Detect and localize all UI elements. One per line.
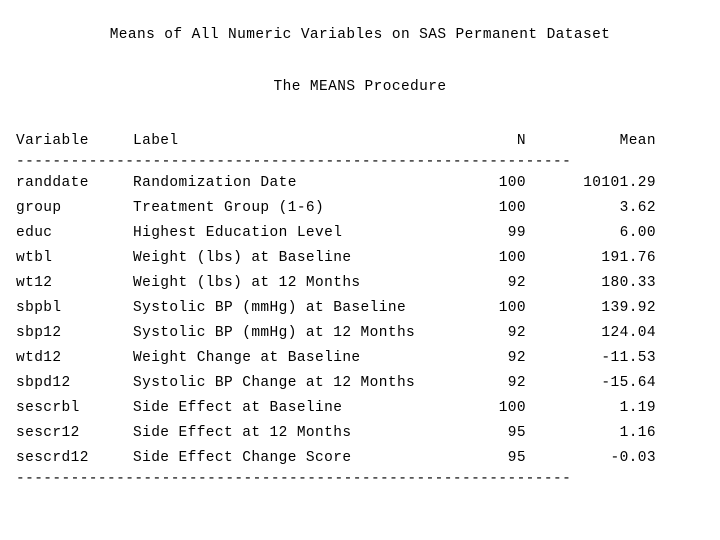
column-header-mean: Mean [619, 133, 656, 149]
table-row: sbpbl Systolic BP (mmHg) at Baseline 100 13… [16, 296, 656, 321]
table-row: wtd12 Weight Change at Baseline 92 -11.53 [16, 346, 656, 371]
column-header-n: N [516, 133, 526, 149]
cell-mean: 139.92 [601, 300, 656, 316]
cell-variable: randdate [16, 175, 89, 191]
cell-mean: 1.16 [619, 425, 656, 441]
table-row: sescr12 Side Effect at 12 Months 95 1.16 [16, 421, 656, 446]
table-header-row: Variable Label N Mean [16, 129, 656, 154]
header-rule: ----------------------------------------… [16, 154, 572, 170]
cell-n: 99 [507, 225, 526, 241]
procedure-subtitle: The MEANS Procedure [273, 79, 447, 95]
table-row: educ Highest Education Level 99 6.00 [16, 221, 656, 246]
sas-output-page: Means of All Numeric Variables on SAS Pe… [0, 0, 720, 540]
cell-label: Systolic BP Change at 12 Months [133, 375, 416, 391]
cell-label: Side Effect at Baseline [133, 400, 343, 416]
cell-mean: 3.62 [619, 200, 656, 216]
column-header-variable: Variable [16, 133, 89, 149]
cell-variable: wtbl [16, 250, 53, 266]
table-row: sescrd12 Side Effect Change Score 95 -0.03 [16, 446, 656, 471]
table-body: randdate Randomization Date 100 10101.29 gro… [16, 171, 656, 471]
table-row: randdate Randomization Date 100 10101.29 [16, 171, 656, 196]
table-row: sescrbl Side Effect at Baseline 100 1.19 [16, 396, 656, 421]
cell-label: Side Effect at 12 Months [133, 425, 352, 441]
cell-mean: -11.53 [601, 350, 656, 366]
cell-variable: wtd12 [16, 350, 62, 366]
cell-mean: 180.33 [601, 275, 656, 291]
cell-variable: sescrbl [16, 400, 80, 416]
cell-n: 100 [498, 200, 526, 216]
cell-variable: sescr12 [16, 425, 80, 441]
cell-n: 92 [507, 375, 526, 391]
table-row: sbp12 Systolic BP (mmHg) at 12 Months 92 12… [16, 321, 656, 346]
cell-mean: 6.00 [619, 225, 656, 241]
cell-label: Systolic BP (mmHg) at 12 Months [133, 325, 416, 341]
cell-n: 100 [498, 175, 526, 191]
cell-label: Randomization Date [133, 175, 297, 191]
cell-n: 92 [507, 275, 526, 291]
table-row: wt12 Weight (lbs) at 12 Months 92 180.33 [16, 271, 656, 296]
cell-variable: educ [16, 225, 53, 241]
cell-mean: 1.19 [619, 400, 656, 416]
cell-variable: sescrd12 [16, 450, 89, 466]
cell-label: Weight (lbs) at Baseline [133, 250, 352, 266]
cell-mean: -0.03 [610, 450, 656, 466]
cell-mean: -15.64 [601, 375, 656, 391]
cell-variable: sbp12 [16, 325, 62, 341]
cell-mean: 191.76 [601, 250, 656, 266]
cell-label: Weight (lbs) at 12 Months [133, 275, 361, 291]
cell-label: Treatment Group (1-6) [133, 200, 325, 216]
table-row: group Treatment Group (1-6) 100 3.62 [16, 196, 656, 221]
cell-variable: group [16, 200, 62, 216]
cell-n: 95 [507, 450, 526, 466]
cell-label: Systolic BP (mmHg) at Baseline [133, 300, 407, 316]
cell-label: Weight Change at Baseline [133, 350, 361, 366]
cell-n: 100 [498, 300, 526, 316]
cell-n: 100 [498, 400, 526, 416]
cell-variable: wt12 [16, 275, 53, 291]
table-row: wtbl Weight (lbs) at Baseline 100 191.76 [16, 246, 656, 271]
cell-label: Side Effect Change Score [133, 450, 352, 466]
cell-variable: sbpbl [16, 300, 62, 316]
cell-n: 92 [507, 350, 526, 366]
column-header-label: Label [133, 133, 179, 149]
cell-n: 92 [507, 325, 526, 341]
footer-rule: ----------------------------------------… [16, 471, 572, 487]
page-title: Means of All Numeric Variables on SAS Pe… [109, 27, 611, 43]
table-row: sbpd12 Systolic BP Change at 12 Months 92 -… [16, 371, 656, 396]
cell-n: 95 [507, 425, 526, 441]
cell-label: Highest Education Level [133, 225, 343, 241]
means-table: Variable Label N Mean ------------------… [16, 129, 656, 488]
cell-variable: sbpd12 [16, 375, 71, 391]
cell-mean: 124.04 [601, 325, 656, 341]
cell-mean: 10101.29 [583, 175, 656, 191]
cell-n: 100 [498, 250, 526, 266]
